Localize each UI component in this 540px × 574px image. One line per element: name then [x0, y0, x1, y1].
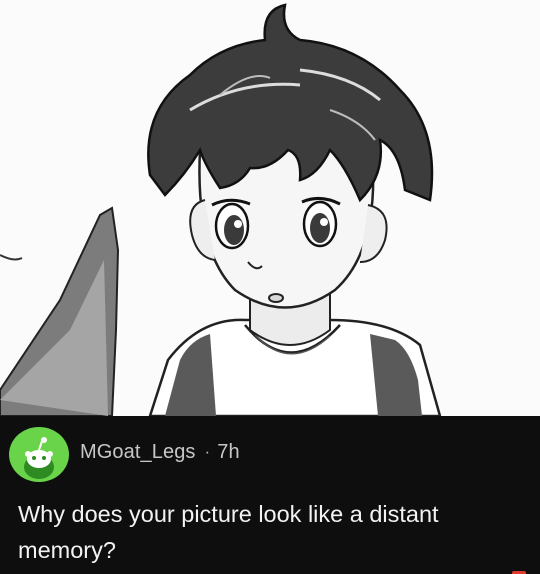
user-avatar[interactable]	[9, 427, 69, 482]
comment-meta: MGoat_Legs · 7h	[80, 439, 240, 465]
comment-body: Why does your picture look like a distan…	[18, 501, 439, 563]
username-link[interactable]: MGoat_Legs	[80, 441, 196, 464]
meta-separator: ·	[204, 442, 211, 461]
comment-age: 7h	[217, 440, 240, 463]
manga-image	[0, 0, 540, 416]
reddit-snoo-avatar-icon	[24, 437, 54, 479]
